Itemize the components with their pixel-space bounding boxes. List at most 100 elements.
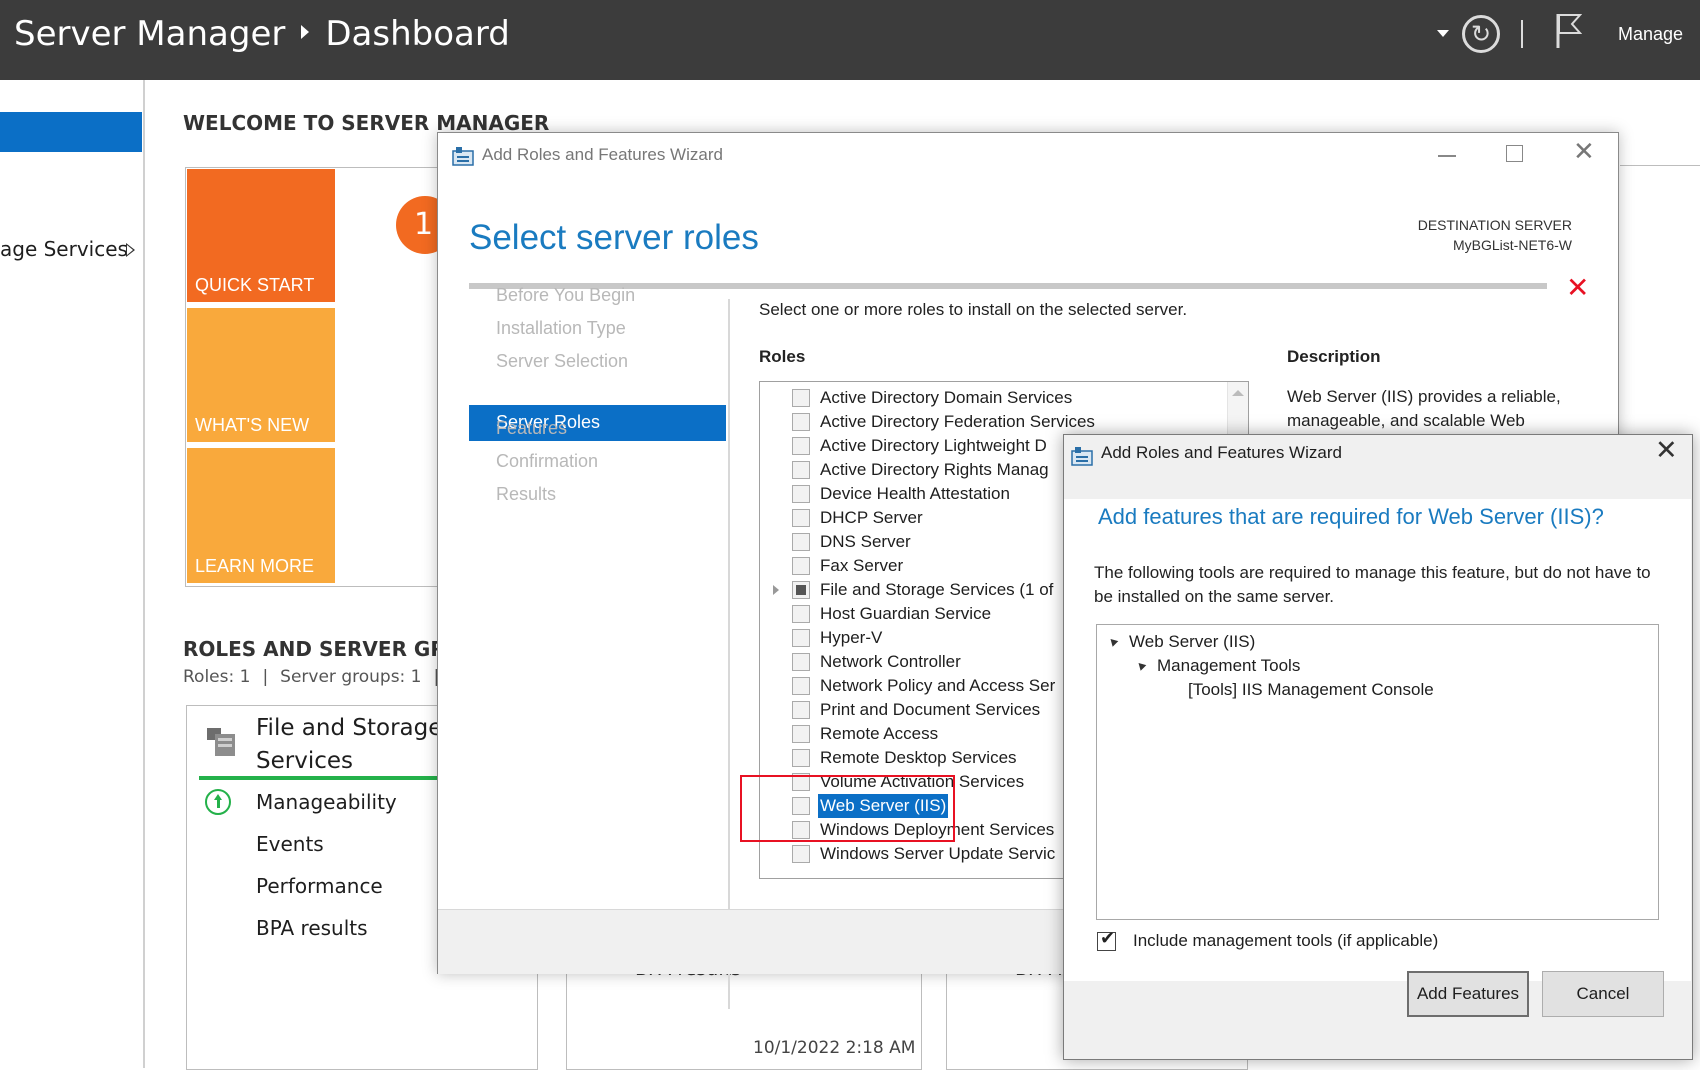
- role-checkbox[interactable]: [792, 725, 810, 743]
- server-groups-count: Server groups: 1: [280, 667, 422, 687]
- role-label: Active Directory Federation Services: [820, 412, 1095, 431]
- tree-item-iis-console[interactable]: [Tools] IIS Management Console: [1188, 680, 1434, 700]
- destination-server-label: DESTINATION SERVER: [1417, 217, 1572, 233]
- expanded-triangle-icon[interactable]: [1107, 636, 1119, 647]
- roles-counts: Roles: 1|Server groups: 1|: [183, 667, 451, 687]
- expand-arrow-icon[interactable]: [773, 585, 779, 595]
- file-storage-icon: [207, 728, 235, 756]
- tile-learn-more[interactable]: LEARN MORE: [187, 448, 335, 583]
- role-label: Active Directory Domain Services: [820, 388, 1073, 407]
- expanded-triangle-icon[interactable]: [1135, 660, 1147, 671]
- role-checkbox[interactable]: [792, 533, 810, 551]
- roles-groups-heading: ROLES AND SERVER GROU: [183, 637, 479, 661]
- step-server-selection[interactable]: Server Selection: [496, 351, 628, 372]
- count-separator: |: [262, 667, 269, 687]
- add-features-button[interactable]: Add Features: [1407, 971, 1529, 1017]
- description-text: Web Server (IIS) provides a reliable, ma…: [1287, 387, 1561, 430]
- include-tools-label[interactable]: Include management tools (if applicable): [1133, 931, 1438, 951]
- role-checkbox[interactable]: [792, 413, 810, 431]
- role-label: Fax Server: [820, 556, 904, 575]
- features-tree[interactable]: Web Server (IIS) Management Tools [Tools…: [1096, 624, 1659, 920]
- page-title: Dashboard: [325, 14, 510, 54]
- role-checkbox[interactable]: [792, 845, 810, 863]
- notification-flag-icon[interactable]: [1554, 12, 1582, 50]
- tile-whats-new[interactable]: WHAT'S NEW: [187, 308, 335, 442]
- close-icon[interactable]: ✕: [1655, 435, 1678, 466]
- close-icon[interactable]: ✕: [1573, 137, 1595, 167]
- step-features[interactable]: Features: [496, 418, 567, 439]
- role-checkbox[interactable]: [792, 509, 810, 527]
- include-tools-checkbox[interactable]: ✔: [1097, 928, 1116, 951]
- role-checkbox[interactable]: [792, 581, 810, 599]
- cancel-button[interactable]: Cancel: [1542, 971, 1664, 1017]
- scroll-up-icon[interactable]: [1232, 390, 1244, 396]
- chevron-right-icon[interactable]: [126, 243, 135, 257]
- chevron-down-icon[interactable]: [1437, 30, 1449, 37]
- tile-quick-start[interactable]: QUICK START: [187, 169, 335, 302]
- highlight-annotation-box: [740, 775, 955, 842]
- tree-item-label: Web Server (IIS): [1129, 632, 1256, 651]
- wizard-heading: Select server roles: [469, 218, 759, 257]
- tree-item-web-server[interactable]: Web Server (IIS): [1107, 632, 1256, 652]
- wizard-titlebar: Add Roles and Features Wizard ✕: [438, 133, 1618, 179]
- up-arrow-status-icon: [205, 789, 231, 815]
- wizard-app-icon: [1071, 447, 1093, 466]
- role-tile-title[interactable]: File and Storage Services: [256, 712, 446, 778]
- dialog-text: The following tools are required to mana…: [1094, 563, 1651, 606]
- role-label: Remote Desktop Services: [820, 748, 1017, 767]
- step-results[interactable]: Results: [496, 484, 556, 505]
- link-manageability[interactable]: Manageability: [256, 790, 397, 814]
- refresh-icon[interactable]: ↻: [1462, 15, 1500, 53]
- tree-item-management-tools[interactable]: Management Tools: [1135, 656, 1301, 676]
- app-title: Server Manager: [14, 14, 286, 54]
- breadcrumb-arrow-icon: [301, 25, 310, 39]
- role-row[interactable]: Active Directory Federation Services: [760, 410, 1220, 434]
- error-x-icon[interactable]: ✕: [1566, 271, 1589, 304]
- step-installation-type[interactable]: Installation Type: [496, 318, 626, 339]
- breadcrumb: Server Manager Dashboard: [14, 14, 510, 54]
- nav-item-dashboard-selected[interactable]: [0, 112, 142, 152]
- role-checkbox[interactable]: [792, 605, 810, 623]
- tile-label: QUICK START: [195, 275, 315, 295]
- role-label: Remote Access: [820, 724, 939, 743]
- role-checkbox[interactable]: [792, 437, 810, 455]
- link-bpa-results[interactable]: BPA results: [256, 916, 368, 940]
- role-label: Network Policy and Access Ser: [820, 676, 1056, 695]
- role-label: Network Controller: [820, 652, 961, 671]
- role-checkbox[interactable]: [792, 629, 810, 647]
- role-label: DNS Server: [820, 532, 911, 551]
- minimize-icon[interactable]: [1438, 155, 1456, 157]
- role-checkbox[interactable]: [792, 461, 810, 479]
- role-row[interactable]: Active Directory Domain Services: [760, 386, 1220, 410]
- manage-menu[interactable]: Manage: [1618, 24, 1683, 45]
- roles-count: Roles: 1: [183, 667, 251, 687]
- role-checkbox[interactable]: [792, 389, 810, 407]
- toolbar-separator: [1521, 20, 1523, 48]
- role-checkbox[interactable]: [792, 677, 810, 695]
- dialog-title: Add Roles and Features Wizard: [1101, 443, 1342, 462]
- step-confirmation[interactable]: Confirmation: [496, 451, 598, 472]
- nav-item-file-storage[interactable]: age Services: [0, 237, 128, 261]
- maximize-icon[interactable]: [1506, 145, 1523, 162]
- checkmark-icon: ✔: [1100, 928, 1116, 949]
- role-checkbox[interactable]: [792, 701, 810, 719]
- description-label: Description: [1287, 347, 1381, 366]
- role-label: DHCP Server: [820, 508, 923, 527]
- instruction-text: Select one or more roles to install on t…: [759, 300, 1188, 319]
- tree-item-label: Management Tools: [1157, 656, 1301, 675]
- role-checkbox[interactable]: [792, 653, 810, 671]
- timestamp: 10/1/2022 2:18 AM: [753, 1038, 916, 1058]
- link-events[interactable]: Events: [256, 832, 324, 856]
- step-before-you-begin[interactable]: Before You Begin: [496, 285, 635, 306]
- wizard-title: Add Roles and Features Wizard: [482, 145, 723, 164]
- role-checkbox[interactable]: [792, 749, 810, 767]
- role-checkbox[interactable]: [792, 557, 810, 575]
- wizard-app-icon: [452, 147, 474, 166]
- role-label: Windows Server Update Servic: [820, 844, 1056, 863]
- tile-label: WHAT'S NEW: [195, 415, 310, 435]
- role-checkbox[interactable]: [792, 485, 810, 503]
- add-features-dialog: Add Roles and Features Wizard ✕ Add feat…: [1063, 434, 1693, 1060]
- link-performance[interactable]: Performance: [256, 874, 383, 898]
- status-bar-green: [199, 776, 439, 780]
- server-manager-titlebar: Server Manager Dashboard ↻ Manage: [0, 0, 1700, 80]
